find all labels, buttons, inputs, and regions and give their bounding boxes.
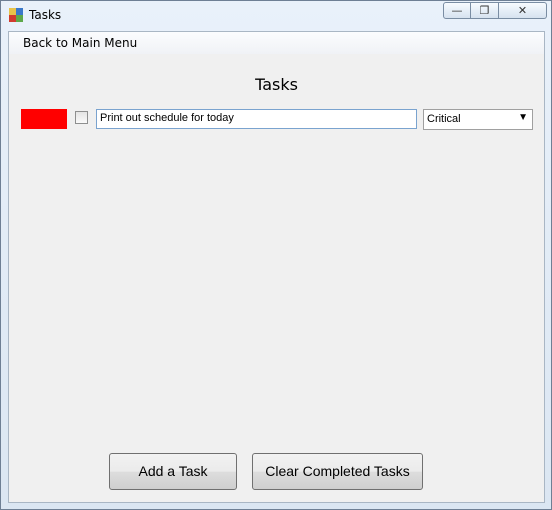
client-area: Back to Main Menu Tasks Print out schedu… [8, 31, 545, 503]
title-bar[interactable]: Tasks — ❐ ✕ [1, 1, 551, 31]
add-task-button[interactable]: Add a Task [109, 453, 237, 490]
priority-value: Critical [427, 113, 461, 125]
close-icon: ✕ [517, 4, 528, 17]
minimize-icon: — [451, 4, 463, 17]
app-icon [9, 8, 23, 22]
minimize-button[interactable]: — [443, 2, 471, 19]
task-color-swatch[interactable] [21, 109, 67, 129]
app-window: Tasks — ❐ ✕ Back to Main Menu Tasks Prin… [0, 0, 552, 510]
priority-dropdown[interactable]: Critical ▼ [423, 109, 533, 130]
page-title: Tasks [255, 75, 298, 94]
task-text-field[interactable]: Print out schedule for today [96, 109, 417, 129]
back-to-main-menu[interactable]: Back to Main Menu [23, 36, 137, 50]
menu-bar: Back to Main Menu [9, 32, 544, 54]
clear-completed-button[interactable]: Clear Completed Tasks [252, 453, 423, 490]
maximize-icon: ❐ [479, 4, 490, 17]
maximize-button[interactable]: ❐ [471, 2, 499, 19]
close-button[interactable]: ✕ [499, 2, 547, 19]
window-title: Tasks [29, 8, 62, 22]
task-complete-checkbox[interactable] [75, 111, 88, 124]
dropdown-arrow-icon: ▼ [518, 112, 528, 123]
